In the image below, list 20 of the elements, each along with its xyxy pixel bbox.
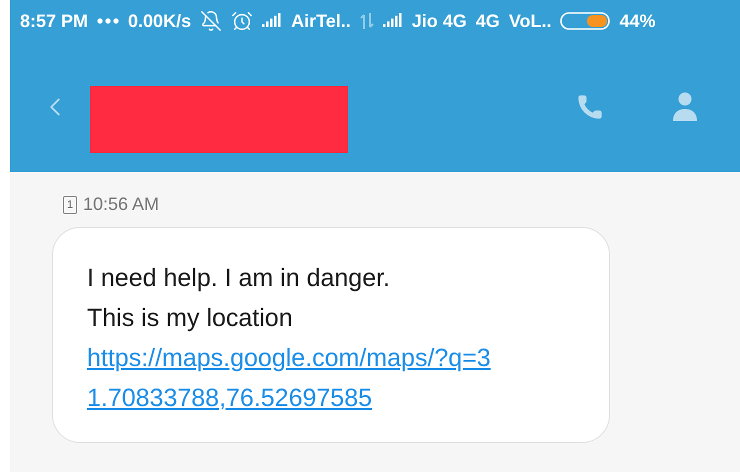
contact-button[interactable] <box>672 92 698 122</box>
signal-icon <box>262 13 282 29</box>
location-link[interactable]: https://maps.google.com/maps/?q=31.70833788,76.52697585 <box>87 338 507 418</box>
signal-icon <box>382 13 403 29</box>
network-type: 4G <box>476 10 500 32</box>
message-time: 10:56 AM <box>83 194 160 215</box>
bell-off-icon <box>200 10 222 32</box>
message-text: I need help. I am in danger. This is my location <box>87 263 391 334</box>
alarm-icon <box>231 10 254 32</box>
volte-label: VoL.. <box>508 10 552 32</box>
carrier-name: AirTel.. <box>291 10 351 32</box>
battery-icon <box>560 11 610 31</box>
carrier-name: Jio 4G <box>412 10 467 32</box>
battery-percent: 44% <box>619 10 656 32</box>
more-dots-icon <box>97 18 120 24</box>
status-time: 8:57 PM <box>20 10 88 32</box>
data-arrows-icon <box>360 12 374 30</box>
network-speed: 0.00K/s <box>128 10 192 32</box>
phone-button[interactable] <box>576 93 604 121</box>
sim-icon: 1 <box>63 196 77 214</box>
